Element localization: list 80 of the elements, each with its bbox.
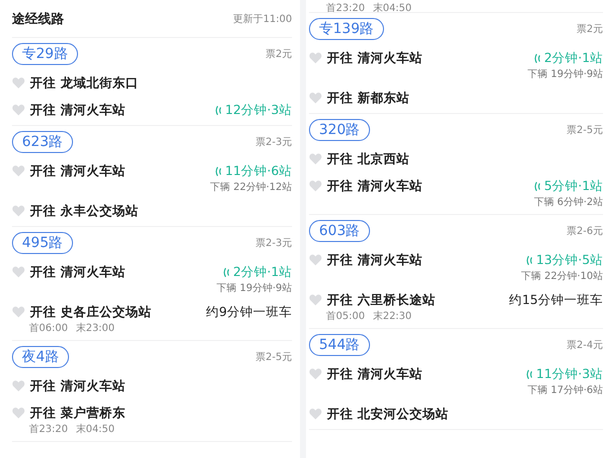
direction-text: 开往 六里桥长途站 xyxy=(327,292,436,308)
direction-text: 开往 清河火车站 xyxy=(30,264,126,280)
heart-icon[interactable] xyxy=(309,92,322,104)
next-bus-text: 下辆 17分钟·6站 xyxy=(528,384,603,397)
route-badge[interactable]: 603路 xyxy=(309,220,370,242)
heart-icon[interactable] xyxy=(309,294,322,306)
fare-text: 票2-6元 xyxy=(566,225,603,238)
realtime-icon xyxy=(526,368,534,380)
direction-text: 开往 北京西站 xyxy=(327,150,410,168)
heart-icon[interactable] xyxy=(12,407,25,419)
fare-text: 票2元 xyxy=(576,23,603,36)
heart-icon[interactable] xyxy=(309,180,322,192)
heart-icon[interactable] xyxy=(12,380,25,392)
direction-text: 开往 史各庄公交场站 xyxy=(30,304,152,320)
frequency-text: 约9分钟一班车 xyxy=(206,304,292,320)
heart-icon[interactable] xyxy=(12,205,25,217)
realtime-icon xyxy=(534,180,542,192)
route-badge[interactable]: 623路 xyxy=(12,131,73,153)
heart-icon[interactable] xyxy=(309,408,322,420)
last-bus-time: 末22:30 xyxy=(372,310,412,323)
direction-text: 开往 清河火车站 xyxy=(30,378,126,394)
heart-icon[interactable] xyxy=(12,266,25,278)
direction-text: 开往 龙域北街东口 xyxy=(30,74,138,92)
arrival-estimate: 12分钟·3站 xyxy=(225,102,292,118)
frequency-text: 约15分钟一班车 xyxy=(509,292,603,308)
direction-text: 开往 新都东站 xyxy=(327,90,410,106)
direction-text: 开往 清河火车站 xyxy=(327,252,422,268)
realtime-icon xyxy=(223,266,230,278)
last-bus-time: 末04:50 xyxy=(372,2,412,12)
realtime-icon xyxy=(215,104,222,116)
heart-icon[interactable] xyxy=(12,77,25,89)
next-bus-text: 下辆 6分钟·2站 xyxy=(534,196,603,209)
next-bus-text: 下辆 22分钟·12站 xyxy=(210,181,292,194)
first-bus-time: 首06:00 xyxy=(29,322,68,335)
heart-icon[interactable] xyxy=(12,165,25,177)
direction-text: 开往 清河火车站 xyxy=(327,50,422,66)
first-bus-time: 首05:00 xyxy=(326,310,365,323)
arrival-estimate: 2分钟·1站 xyxy=(233,264,292,280)
next-bus-text: 下辆 22分钟·10站 xyxy=(521,270,603,283)
heart-icon[interactable] xyxy=(309,52,322,64)
fare-text: 票2元 xyxy=(266,48,292,61)
heart-icon[interactable] xyxy=(309,368,322,380)
realtime-icon xyxy=(526,254,534,266)
last-bus-time: 末04:50 xyxy=(76,423,115,436)
fare-text: 票2-3元 xyxy=(256,136,292,149)
fare-text: 票2-5元 xyxy=(256,351,292,364)
arrival-estimate: 2分钟·1站 xyxy=(544,50,603,66)
route-badge[interactable]: 夜4路 xyxy=(12,346,69,368)
route-badge[interactable]: 专139路 xyxy=(309,18,384,40)
route-badge[interactable]: 495路 xyxy=(12,232,73,254)
update-time: 更新于11:00 xyxy=(233,12,292,26)
first-bus-time: 首23:20 xyxy=(326,2,365,12)
last-bus-time: 末23:00 xyxy=(76,322,115,335)
arrival-estimate: 11分钟·6站 xyxy=(225,162,292,180)
realtime-icon xyxy=(215,166,222,176)
heart-icon[interactable] xyxy=(12,306,25,318)
fare-text: 票2-4元 xyxy=(566,339,603,352)
first-bus-time: 首23:20 xyxy=(29,423,68,436)
direction-text: 开往 北安河公交场站 xyxy=(327,406,448,422)
fare-text: 票2-3元 xyxy=(256,237,292,250)
heart-icon[interactable] xyxy=(309,254,322,266)
route-badge[interactable]: 320路 xyxy=(309,119,370,141)
section-title: 途经线路 xyxy=(12,10,64,28)
direction-text: 开往 永丰公交场站 xyxy=(30,202,138,220)
next-bus-text: 下辆 19分钟·9站 xyxy=(216,282,292,295)
direction-text: 开往 菜户营桥东 xyxy=(30,404,126,422)
direction-text: 开往 清河火车站 xyxy=(30,102,126,118)
arrival-estimate: 5分钟·1站 xyxy=(544,178,603,194)
direction-text: 开往 清河火车站 xyxy=(327,178,422,194)
route-badge[interactable]: 544路 xyxy=(309,334,370,356)
fare-text: 票2-5元 xyxy=(566,124,603,137)
heart-icon[interactable] xyxy=(12,104,25,116)
route-badge[interactable]: 专29路 xyxy=(12,43,78,65)
heart-icon[interactable] xyxy=(309,153,322,165)
direction-text: 开往 清河火车站 xyxy=(327,366,422,382)
arrival-estimate: 11分钟·3站 xyxy=(536,366,603,382)
realtime-icon xyxy=(534,52,542,64)
direction-text: 开往 清河火车站 xyxy=(30,162,126,180)
next-bus-text: 下辆 19分钟·9站 xyxy=(528,68,603,81)
arrival-estimate: 13分钟·5站 xyxy=(536,252,603,268)
